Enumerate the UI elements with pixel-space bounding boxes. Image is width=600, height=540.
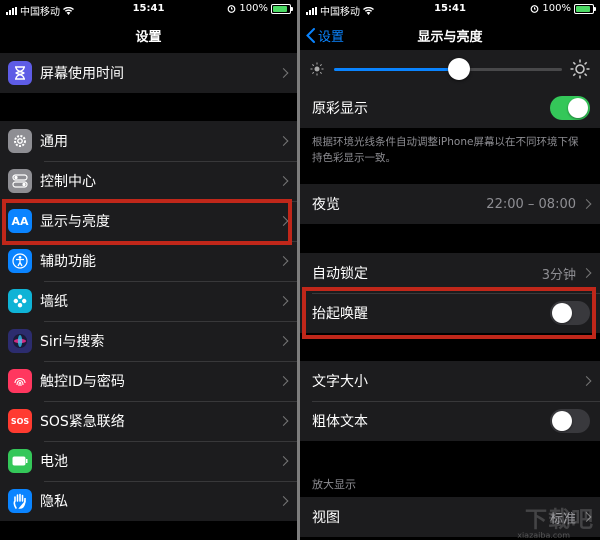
settings-item-wallpaper[interactable]: 墙纸: [0, 281, 297, 321]
raise-to-wake-toggle[interactable]: [550, 301, 590, 325]
settings-item-siri-search[interactable]: Siri与搜索: [0, 321, 297, 361]
gear-icon: [8, 129, 32, 153]
sos-icon: SOS: [8, 409, 32, 433]
raise-to-wake-label: 抬起唤醒: [312, 306, 368, 322]
settings-item-accessibility[interactable]: 辅助功能: [0, 241, 297, 281]
battery-icon: [8, 449, 32, 473]
watermark-logo: 下载吧: [524, 508, 594, 533]
accessibility-icon: [8, 249, 32, 273]
display-brightness-screen: 中国移动 15:41 100% 设置 显示与亮度 原彩显示 根据环境光线条件自动…: [300, 0, 600, 540]
hourglass-icon: [8, 61, 32, 85]
settings-item-sos[interactable]: SOS SOS紧急联络: [0, 401, 297, 441]
settings-item-label: 辅助功能: [40, 254, 96, 270]
zoom-view-label: 视图: [312, 510, 340, 526]
true-tone-row: 原彩显示: [300, 88, 600, 128]
hand-icon: [8, 489, 32, 513]
chevron-right-icon: [278, 256, 289, 266]
true-tone-toggle[interactable]: [550, 96, 590, 120]
chevron-right-icon: [278, 176, 289, 186]
toggles-icon: [8, 169, 32, 193]
watermark-url: xiazaiba.com: [517, 531, 570, 540]
sun-large-icon: [570, 59, 590, 79]
bold-text-row: 粗体文本: [300, 401, 600, 441]
alarm-icon: [228, 5, 236, 13]
nav-bar: 设置: [0, 18, 297, 50]
chevron-right-icon: [581, 199, 592, 209]
siri-icon: [8, 329, 32, 353]
text-size-icon: AA: [8, 209, 32, 233]
chevron-right-icon: [581, 268, 592, 278]
bold-text-toggle[interactable]: [550, 409, 590, 433]
auto-lock-row[interactable]: 自动锁定 3分钟: [300, 253, 600, 293]
chevron-right-icon: [278, 376, 289, 386]
settings-item-label: 触控ID与密码: [40, 374, 125, 390]
chevron-right-icon: [581, 376, 592, 386]
battery-percent: 100%: [239, 3, 268, 14]
chevron-right-icon: [278, 416, 289, 426]
settings-item-display-brightness[interactable]: AA 显示与亮度: [0, 201, 297, 241]
nav-bar: 设置 显示与亮度: [300, 18, 600, 50]
bold-text-label: 粗体文本: [312, 414, 368, 430]
text-size-row[interactable]: 文字大小: [300, 361, 600, 401]
chevron-right-icon: [278, 136, 289, 146]
settings-group-1: 屏幕使用时间: [0, 53, 297, 93]
settings-item-label: SOS紧急联络: [40, 414, 125, 430]
settings-item-label: 电池: [40, 454, 68, 470]
settings-item-label: 显示与亮度: [40, 214, 110, 230]
battery-percent: 100%: [542, 3, 571, 14]
brightness-slider-thumb[interactable]: [448, 58, 470, 80]
settings-item-control-center[interactable]: 控制中心: [0, 161, 297, 201]
status-bar: 中国移动 15:41 100%: [0, 0, 297, 18]
chevron-right-icon: [278, 336, 289, 346]
battery-icon: [271, 3, 293, 14]
chevron-right-icon: [278, 296, 289, 306]
chevron-right-icon: [278, 456, 289, 466]
auto-lock-label: 自动锁定: [312, 266, 368, 282]
true-tone-label: 原彩显示: [312, 101, 368, 117]
flower-icon: [8, 289, 32, 313]
settings-item-label: Siri与搜索: [40, 334, 105, 350]
settings-item-battery[interactable]: 电池: [0, 441, 297, 481]
night-shift-row[interactable]: 夜览 22:00 – 08:00: [300, 184, 600, 224]
settings-item-label: 隐私: [40, 494, 68, 510]
settings-item-label: 屏幕使用时间: [40, 66, 124, 82]
settings-item-general[interactable]: 通用: [0, 121, 297, 161]
settings-item-touch-id[interactable]: 触控ID与密码: [0, 361, 297, 401]
true-tone-note: 根据环境光线条件自动调整iPhone屏幕以在不同环境下保持色彩显示一致。: [312, 136, 579, 164]
auto-lock-value: 3分钟: [541, 267, 576, 283]
night-shift-value: 22:00 – 08:00: [486, 196, 576, 212]
settings-item-privacy[interactable]: 隐私: [0, 481, 297, 521]
chevron-right-icon: [278, 496, 289, 506]
settings-item-screen-time[interactable]: 屏幕使用时间: [0, 53, 297, 93]
text-size-label: 文字大小: [312, 374, 368, 390]
status-bar: 中国移动 15:41 100%: [300, 0, 600, 18]
night-shift-label: 夜览: [312, 197, 340, 213]
settings-screen: 中国移动 15:41 100% 设置 屏幕使用时间 通用 控制中心 AA 显示与…: [0, 0, 297, 540]
alarm-icon: [531, 5, 539, 13]
text-group: 文字大小 粗体文本: [300, 361, 600, 441]
zoom-section-header: 放大显示: [312, 478, 356, 491]
fingerprint-icon: [8, 369, 32, 393]
page-title: 显示与亮度: [417, 30, 483, 45]
battery-icon: [574, 3, 596, 14]
settings-item-label: 墙纸: [40, 294, 68, 310]
page-title: 设置: [135, 30, 162, 45]
brightness-slider-row: [300, 50, 600, 90]
true-tone-group: 原彩显示: [300, 88, 600, 128]
night-shift-group: 夜览 22:00 – 08:00: [300, 184, 600, 224]
settings-group-2: 通用 控制中心 AA 显示与亮度 辅助功能 墙纸 Siri与搜索 触控ID与密码…: [0, 121, 297, 521]
chevron-right-icon: [278, 216, 289, 226]
sun-small-icon: [310, 62, 324, 76]
settings-item-label: 通用: [40, 134, 68, 150]
raise-to-wake-row: 抬起唤醒: [300, 293, 600, 333]
lock-group: 自动锁定 3分钟 抬起唤醒: [300, 253, 600, 333]
chevron-right-icon: [278, 68, 289, 78]
settings-item-label: 控制中心: [40, 174, 96, 190]
